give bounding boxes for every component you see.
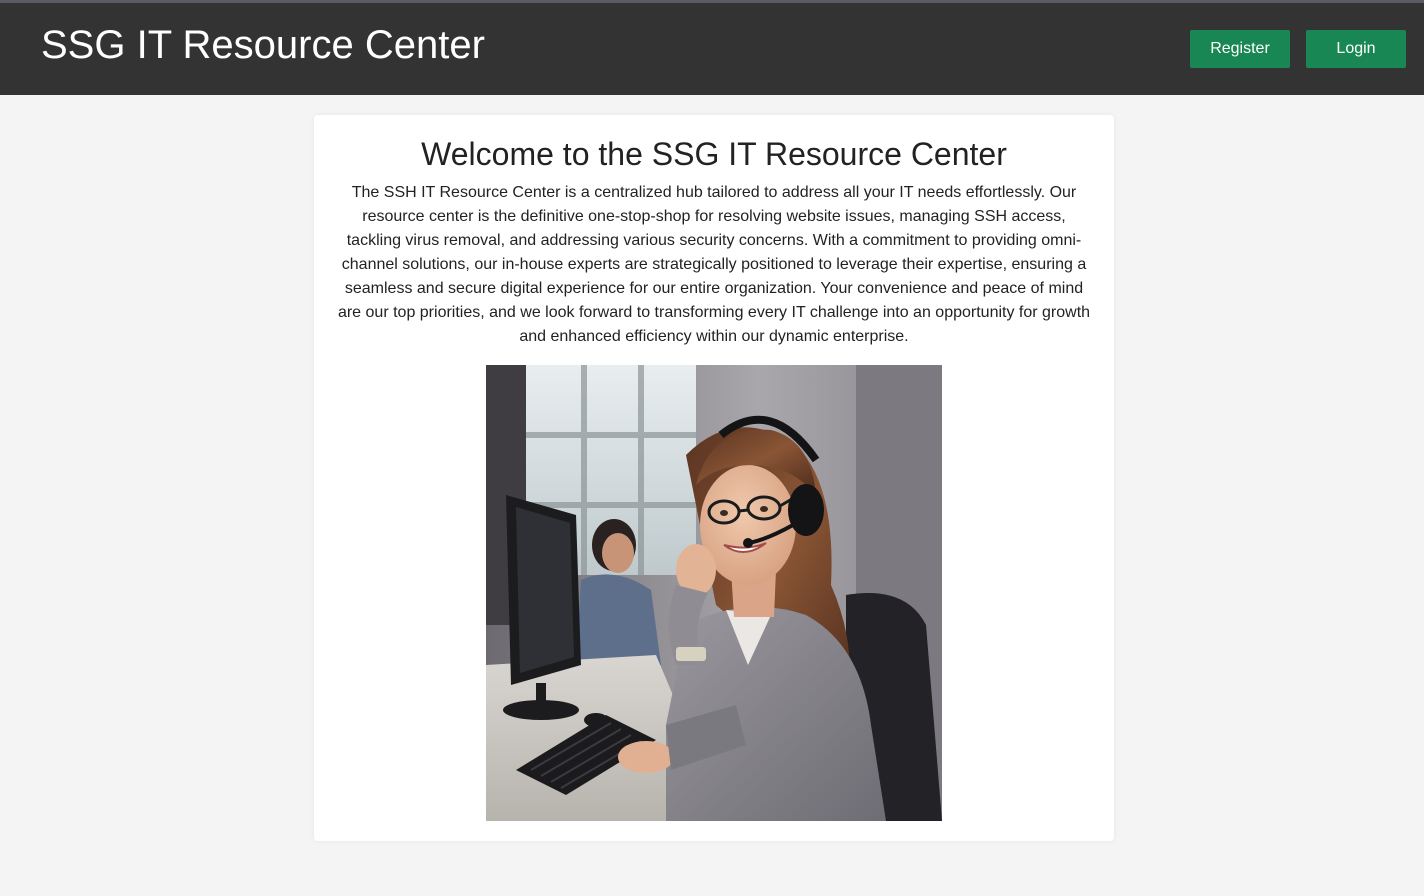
support-agent-photo bbox=[486, 365, 942, 821]
register-button[interactable]: Register bbox=[1190, 30, 1290, 68]
intro-paragraph: The SSH IT Resource Center is a centrali… bbox=[337, 184, 1091, 345]
login-button[interactable]: Login bbox=[1306, 30, 1406, 68]
site-title: SSG IT Resource Center bbox=[41, 23, 485, 67]
welcome-card: Welcome to the SSG IT Resource Center Th… bbox=[314, 115, 1114, 841]
site-header: SSG IT Resource Center Register Login bbox=[0, 3, 1424, 95]
welcome-heading: Welcome to the SSG IT Resource Center bbox=[421, 136, 1007, 172]
